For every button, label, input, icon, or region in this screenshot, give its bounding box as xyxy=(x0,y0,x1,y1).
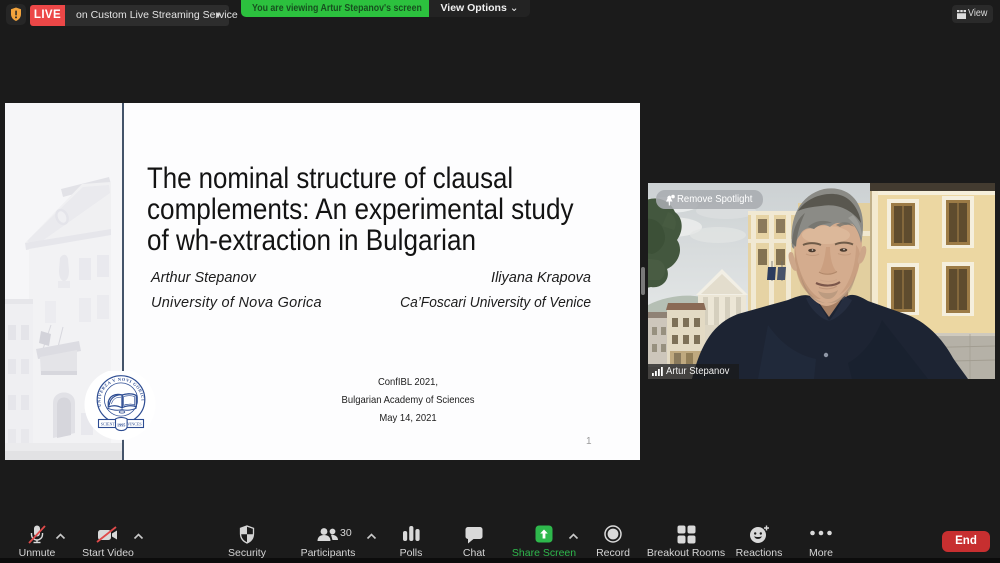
svg-text:1995: 1995 xyxy=(117,423,125,428)
svg-text:VINCES: VINCES xyxy=(127,422,141,427)
